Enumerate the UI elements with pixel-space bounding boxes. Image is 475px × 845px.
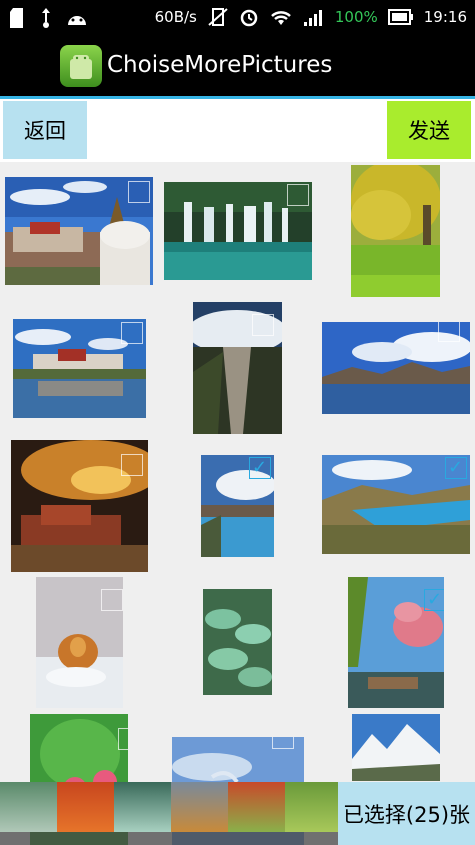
photo-thumbnail[interactable]: ✓ (348, 577, 444, 708)
photo-thumbnail[interactable] (193, 302, 282, 434)
wifi-icon (271, 11, 291, 25)
sd-card-icon (10, 8, 23, 28)
photo-thumbnail[interactable] (352, 714, 440, 781)
usb-icon (42, 8, 50, 28)
send-button[interactable]: 发送 (387, 101, 471, 159)
photo-thumbnail[interactable] (322, 322, 470, 414)
signal-icon (303, 10, 322, 26)
selected-thumbnail[interactable] (228, 782, 285, 832)
photo-thumbnail[interactable] (11, 440, 148, 572)
photo-thumbnail[interactable] (36, 577, 123, 708)
selected-count-label: 已选择(25)张 (338, 782, 475, 845)
android-app-icon (60, 45, 102, 87)
battery-icon (387, 9, 413, 25)
selected-thumbnail[interactable] (0, 782, 57, 832)
vibrate-mute-icon (208, 8, 228, 26)
selected-thumbnail[interactable] (57, 782, 114, 832)
photo-thumbnail[interactable]: ✓ (322, 455, 470, 554)
battery-percent: 100% (334, 8, 378, 26)
photo-thumbnail[interactable] (203, 589, 272, 695)
back-button[interactable]: 返回 (3, 101, 87, 159)
photo-thumbnail[interactable] (351, 165, 440, 297)
photo-grid: ✓ ✓ ✓ (0, 162, 475, 845)
clock: 19:16 (423, 8, 467, 26)
action-bar: 返回 发送 (0, 99, 475, 162)
android-icon (68, 16, 86, 25)
alarm-icon (240, 9, 258, 27)
photo-thumbnail[interactable] (5, 177, 153, 285)
selected-thumbnail[interactable] (171, 782, 228, 832)
photo-thumbnail[interactable] (13, 319, 146, 418)
status-bar: 60B/s 100% 19:16 (0, 0, 475, 36)
selected-thumbnail[interactable] (114, 782, 171, 832)
network-speed: 60B/s (154, 8, 197, 26)
app-title: ChoiseMorePictures (107, 52, 333, 78)
photo-thumbnail[interactable] (164, 182, 312, 280)
photo-thumbnail[interactable]: ✓ (201, 455, 274, 557)
selected-thumbnail[interactable] (285, 782, 338, 832)
app-title-bar: ChoiseMorePictures (0, 36, 475, 96)
